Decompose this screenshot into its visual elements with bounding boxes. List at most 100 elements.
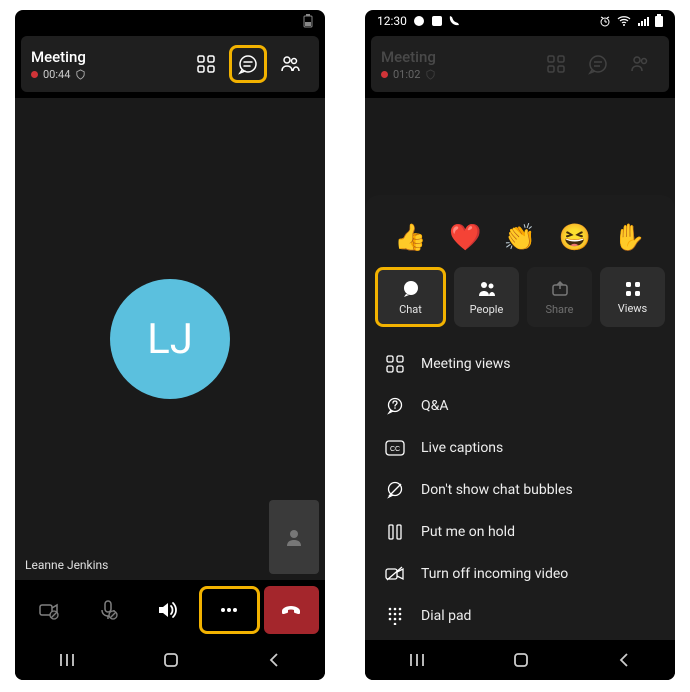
recent-icon — [408, 651, 426, 669]
tile-label: Share — [545, 303, 573, 316]
timer-row: 00:44 — [31, 68, 86, 81]
avatar-initials: LJ — [147, 315, 193, 364]
menu-label: Live captions — [421, 440, 503, 456]
grid-icon — [386, 355, 404, 373]
home-icon — [163, 652, 179, 668]
hangup-button[interactable] — [264, 586, 319, 634]
chat-icon — [237, 53, 259, 75]
tile-chat[interactable]: Chat — [375, 267, 446, 327]
menu-list: Meeting views Q&A CC Live captions Don't… — [365, 339, 675, 641]
header-actions — [537, 45, 659, 83]
recent-icon — [58, 651, 76, 669]
menu-incoming-video[interactable]: Turn off incoming video — [365, 553, 675, 595]
video-area: LJ Leanne Jenkins — [15, 98, 325, 580]
phone-right: 12:30 Meeting 01:02 — [365, 10, 675, 680]
menu-dialpad[interactable]: Dial pad — [365, 595, 675, 637]
share-icon — [550, 279, 570, 299]
speaker-button[interactable] — [139, 586, 194, 634]
facebook-icon — [431, 15, 443, 27]
tile-row: Chat People Share Views — [365, 267, 675, 339]
self-view[interactable] — [269, 500, 319, 574]
chat-off-icon — [386, 481, 404, 499]
status-bar: 12:30 — [365, 10, 675, 32]
phone-status-icon — [449, 15, 461, 27]
meeting-header: Meeting 00:44 — [21, 36, 319, 92]
messenger-icon — [413, 15, 425, 27]
status-time: 12:30 — [377, 14, 407, 28]
chat-button[interactable] — [579, 45, 617, 83]
menu-hold[interactable]: Put me on hold — [365, 511, 675, 553]
mic-button[interactable] — [80, 586, 135, 634]
chat-icon — [401, 279, 421, 299]
mic-off-icon — [96, 598, 120, 622]
video-off-icon — [385, 566, 405, 582]
pause-icon — [388, 524, 402, 540]
tile-share[interactable]: Share — [527, 267, 592, 327]
people-icon — [477, 279, 497, 299]
wifi-icon — [617, 15, 631, 27]
battery-icon — [655, 14, 663, 28]
nav-home[interactable] — [163, 652, 179, 668]
shield-icon — [75, 69, 86, 80]
tile-label: People — [470, 303, 504, 316]
people-button[interactable] — [271, 45, 309, 83]
reaction-heart[interactable]: ❤️ — [449, 223, 481, 253]
tile-label: Chat — [399, 303, 422, 316]
header-left: Meeting 01:02 — [381, 48, 436, 81]
reaction-clap[interactable]: 👏 — [504, 223, 536, 253]
grid-button[interactable] — [187, 45, 225, 83]
more-button[interactable] — [199, 586, 260, 634]
menu-label: Q&A — [421, 398, 448, 414]
cc-icon: CC — [385, 440, 405, 456]
header-actions — [187, 45, 309, 83]
menu-label: Turn off incoming video — [421, 566, 568, 582]
chat-icon — [587, 53, 609, 75]
meeting-header: Meeting 01:02 — [371, 36, 669, 92]
nav-recent[interactable] — [408, 651, 426, 669]
grid-icon — [546, 54, 566, 74]
nav-recent[interactable] — [58, 651, 76, 669]
grid-icon — [196, 54, 216, 74]
reaction-laugh[interactable]: 😆 — [559, 223, 591, 253]
avatar: LJ — [110, 279, 230, 399]
qa-icon — [386, 397, 404, 415]
status-left: 12:30 — [377, 14, 461, 28]
recording-icon — [381, 71, 388, 78]
nav-back[interactable] — [266, 652, 282, 668]
reaction-thumbs-up[interactable]: 👍 — [394, 223, 426, 253]
menu-captions[interactable]: CC Live captions — [365, 427, 675, 469]
recording-icon — [31, 71, 38, 78]
menu-qa[interactable]: Q&A — [365, 385, 675, 427]
back-icon — [616, 652, 632, 668]
svg-text:CC: CC — [390, 446, 400, 453]
meeting-timer: 00:44 — [43, 68, 70, 81]
nav-back[interactable] — [616, 652, 632, 668]
meeting-title: Meeting — [31, 48, 86, 66]
people-button[interactable] — [621, 45, 659, 83]
tile-people[interactable]: People — [454, 267, 519, 327]
tile-label: Views — [618, 302, 647, 315]
views-icon — [624, 280, 642, 298]
meeting-timer: 01:02 — [393, 68, 420, 81]
reaction-raise-hand[interactable]: ✋ — [613, 223, 645, 253]
home-icon — [513, 652, 529, 668]
menu-label: Put me on hold — [421, 524, 515, 540]
reactions-row: 👍 ❤️ 👏 😆 ✋ — [365, 217, 675, 267]
more-menu-sheet: 👍 ❤️ 👏 😆 ✋ Chat People Share Views — [365, 195, 675, 640]
menu-chat-bubbles[interactable]: Don't show chat bubbles — [365, 469, 675, 511]
grid-button[interactable] — [537, 45, 575, 83]
nav-home[interactable] — [513, 652, 529, 668]
hangup-icon — [278, 597, 304, 623]
status-right — [303, 14, 313, 28]
person-icon — [283, 526, 305, 548]
participant-name: Leanne Jenkins — [25, 558, 108, 572]
people-icon — [629, 53, 651, 75]
back-icon — [266, 652, 282, 668]
android-nav — [15, 640, 325, 680]
chat-button[interactable] — [229, 45, 267, 83]
menu-label: Dial pad — [421, 608, 471, 624]
tile-views[interactable]: Views — [600, 267, 665, 327]
camera-off-icon — [37, 598, 61, 622]
menu-meeting-views[interactable]: Meeting views — [365, 343, 675, 385]
camera-button[interactable] — [21, 586, 76, 634]
